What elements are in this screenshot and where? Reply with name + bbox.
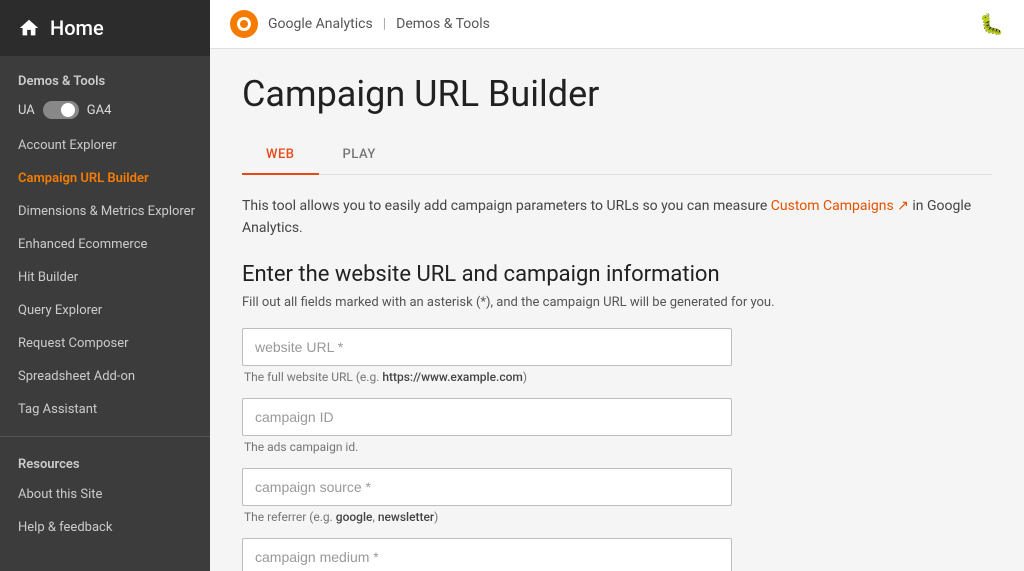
campaign-medium-input[interactable] [242,538,732,571]
sidebar-item-hit-builder[interactable]: Hit Builder [0,261,210,294]
campaign-source-hint: The referrer (e.g. google, newsletter) [242,510,992,524]
ga-logo-inner [237,17,251,31]
sidebar-divider [0,436,210,437]
tab-play[interactable]: PLAY [319,135,400,174]
sidebar-item-query-explorer[interactable]: Query Explorer [0,294,210,327]
toggle-knob [61,103,75,117]
content-area: Campaign URL Builder WEB PLAY This tool … [210,49,1024,571]
home-icon [18,17,40,39]
resources-title: Resources [0,447,210,478]
campaign-id-group: The ads campaign id. [242,398,992,454]
sidebar-item-enhanced-ecommerce[interactable]: Enhanced Ecommerce [0,228,210,261]
tabs: WEB PLAY [242,135,992,175]
campaign-id-hint: The ads campaign id. [242,440,992,454]
topbar: Google Analytics | Demos & Tools 🐛 [210,0,1024,49]
sidebar-item-about-site[interactable]: About this Site [0,478,210,511]
ua-ga4-toggle-row: UA GA4 [0,95,210,129]
form-subtitle: Fill out all fields marked with an aster… [242,295,992,310]
sidebar-home[interactable]: Home [0,0,210,56]
ga4-label: GA4 [87,103,112,118]
campaign-source-group: The referrer (e.g. google, newsletter) [242,468,992,524]
ga-logo [230,10,258,38]
sidebar-item-account-explorer[interactable]: Account Explorer [0,129,210,162]
section-title: Enter the website URL and campaign infor… [242,262,992,287]
campaign-source-input[interactable] [242,468,732,506]
tab-web[interactable]: WEB [242,135,319,174]
website-url-hint: The full website URL (e.g. https://www.e… [242,370,992,384]
bug-icon[interactable]: 🐛 [979,12,1004,36]
description-text: This tool allows you to easily add campa… [242,195,992,240]
ua-label: UA [18,103,35,118]
page-title: Campaign URL Builder [242,73,992,115]
main-content: Google Analytics | Demos & Tools 🐛 Campa… [210,0,1024,571]
website-url-input[interactable] [242,328,732,366]
sidebar-item-spreadsheet-addon[interactable]: Spreadsheet Add-on [0,360,210,393]
topbar-separator: | [383,16,386,32]
sidebar-item-request-composer[interactable]: Request Composer [0,327,210,360]
topbar-brand: Google Analytics [268,16,373,32]
website-url-group: The full website URL (e.g. https://www.e… [242,328,992,384]
custom-campaigns-link[interactable]: Custom Campaigns ↗ [771,198,909,214]
campaign-medium-group: Marketing medium (e.g. cpc, banner, emai… [242,538,992,571]
sidebar-item-dimensions-metrics[interactable]: Dimensions & Metrics Explorer [0,195,210,228]
sidebar-item-tag-assistant[interactable]: Tag Assistant [0,393,210,426]
sidebar-home-label: Home [50,16,104,40]
topbar-subtitle: Demos & Tools [396,16,490,32]
sidebar-item-help-feedback[interactable]: Help & feedback [0,511,210,544]
demos-tools-title: Demos & Tools [0,56,210,95]
ua-ga4-toggle[interactable] [43,101,79,119]
sidebar-item-campaign-url-builder[interactable]: Campaign URL Builder [0,162,210,195]
sidebar: Home Demos & Tools UA GA4 Account Explor… [0,0,210,571]
campaign-id-input[interactable] [242,398,732,436]
